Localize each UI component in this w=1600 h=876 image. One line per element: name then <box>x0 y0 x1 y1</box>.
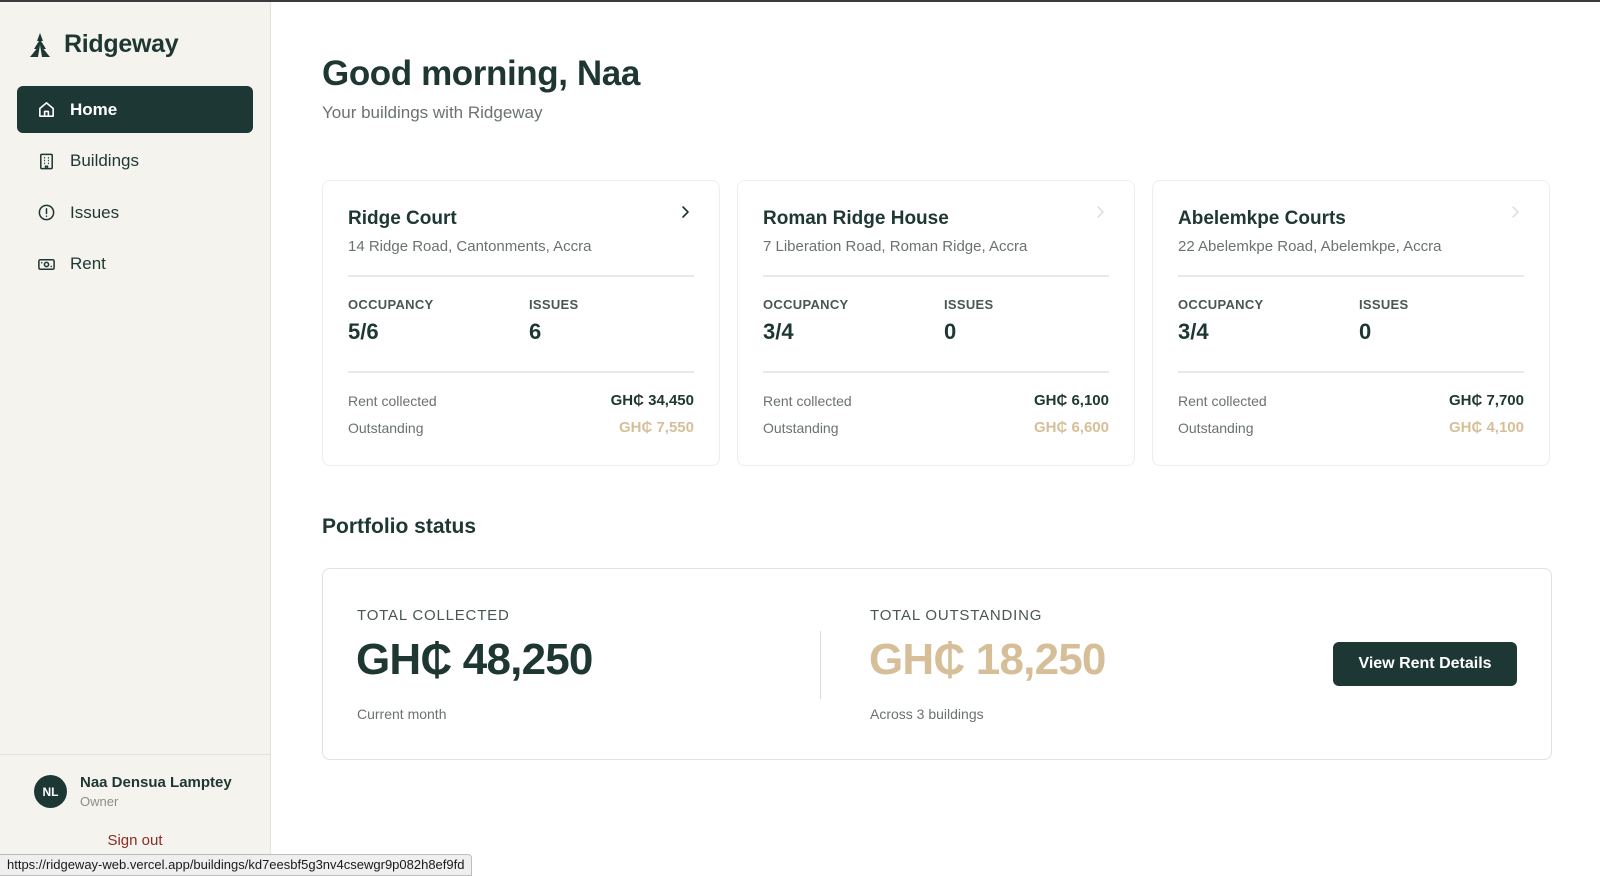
total-collected-label: TOTAL COLLECTED <box>357 607 510 624</box>
total-collected-note: Current month <box>357 706 447 722</box>
building-name: Ridge Court <box>348 208 457 229</box>
outstanding-label: Outstanding <box>1178 420 1254 436</box>
total-outstanding-note: Across 3 buildings <box>870 706 984 722</box>
building-card-ridge-court[interactable]: Ridge Court 14 Ridge Road, Cantonments, … <box>322 180 720 466</box>
sidebar-item-rent[interactable]: Rent <box>17 241 253 288</box>
user-role: Owner <box>80 794 119 809</box>
portfolio-status-panel: TOTAL COLLECTED GH₵ 48,250 Current month… <box>322 568 1552 760</box>
building-address: 7 Liberation Road, Roman Ridge, Accra <box>763 238 1028 255</box>
divider <box>1178 275 1524 277</box>
total-outstanding-label: TOTAL OUTSTANDING <box>870 607 1043 624</box>
sidebar-item-label: Rent <box>70 254 106 273</box>
outstanding-label: Outstanding <box>348 420 424 436</box>
occupancy-label: OCCUPANCY <box>763 297 849 312</box>
main-content: Good morning, Naa Your buildings with Ri… <box>271 2 1600 876</box>
sidebar-item-label: Buildings <box>70 151 139 170</box>
building-address: 14 Ridge Road, Cantonments, Accra <box>348 238 592 255</box>
banknote-icon <box>36 254 56 274</box>
issues-value: 0 <box>1359 319 1372 344</box>
building-card-abelemkpe-courts[interactable]: Abelemkpe Courts 22 Abelemkpe Road, Abel… <box>1152 180 1550 466</box>
outstanding-value: GH₵ 6,600 <box>1033 419 1109 436</box>
occupancy-value: 3/4 <box>1178 319 1209 344</box>
outstanding-value: GH₵ 7,550 <box>618 419 694 436</box>
occupancy-label: OCCUPANCY <box>1178 297 1264 312</box>
occupancy-label: OCCUPANCY <box>348 297 434 312</box>
page-subtitle: Your buildings with Ridgeway <box>322 103 543 122</box>
issues-label: ISSUES <box>529 297 579 312</box>
building-name: Roman Ridge House <box>763 208 949 229</box>
view-rent-details-button[interactable]: View Rent Details <box>1333 642 1517 686</box>
issues-label: ISSUES <box>1359 297 1409 312</box>
rent-collected-label: Rent collected <box>348 393 437 409</box>
total-outstanding-value: GH₵ 18,250 <box>869 635 1106 684</box>
rent-collected-label: Rent collected <box>1178 393 1267 409</box>
building-card-roman-ridge-house[interactable]: Roman Ridge House 7 Liberation Road, Rom… <box>737 180 1135 466</box>
divider <box>763 371 1109 373</box>
link-preview-status-bar: https://ridgeway-web.vercel.app/building… <box>0 854 473 876</box>
divider <box>348 371 694 373</box>
sidebar-nav: Home Buildings Issues Rent <box>17 86 253 292</box>
divider <box>1178 371 1524 373</box>
divider <box>348 275 694 277</box>
divider <box>820 631 821 699</box>
user-name: Naa Densua Lamptey <box>80 774 232 791</box>
sign-out-link[interactable]: Sign out <box>0 832 270 849</box>
sidebar-item-home[interactable]: Home <box>17 86 253 133</box>
rent-collected-value: GH₵ 7,700 <box>1448 392 1524 409</box>
divider <box>763 275 1109 277</box>
ridgeway-logo-icon <box>30 32 50 57</box>
portfolio-status-title: Portfolio status <box>322 515 477 538</box>
occupancy-value: 5/6 <box>348 319 379 344</box>
sidebar-item-label: Home <box>70 99 118 119</box>
brand-name: Ridgeway <box>64 30 179 58</box>
total-collected-value: GH₵ 48,250 <box>356 635 593 684</box>
sidebar-item-label: Issues <box>70 202 120 222</box>
building-cards: Ridge Court 14 Ridge Road, Cantonments, … <box>322 180 1552 466</box>
avatar[interactable]: NL <box>34 775 67 808</box>
issues-label: ISSUES <box>944 297 994 312</box>
brand[interactable]: Ridgeway <box>28 30 179 59</box>
issues-value: 0 <box>944 319 957 344</box>
building-name: Abelemkpe Courts <box>1178 208 1346 229</box>
issues-value: 6 <box>529 319 542 344</box>
rent-collected-value: GH₵ 6,100 <box>1033 392 1109 409</box>
sidebar-item-issues[interactable]: Issues <box>17 189 253 236</box>
home-icon <box>36 100 56 120</box>
outstanding-label: Outstanding <box>763 420 839 436</box>
rent-collected-label: Rent collected <box>763 393 852 409</box>
sidebar-item-buildings[interactable]: Buildings <box>17 138 253 185</box>
building-icon <box>36 151 56 171</box>
building-address: 22 Abelemkpe Road, Abelemkpe, Accra <box>1178 238 1442 255</box>
chevron-right-icon <box>1097 206 1104 218</box>
occupancy-value: 3/4 <box>763 319 794 344</box>
chevron-right-icon <box>1512 206 1519 218</box>
page-title: Good morning, Naa <box>322 54 640 93</box>
alert-circle-icon <box>36 203 56 223</box>
rent-collected-value: GH₵ 34,450 <box>610 392 694 409</box>
outstanding-value: GH₵ 4,100 <box>1448 419 1524 436</box>
sidebar: Ridgeway Home Buildings Issues Rent NL N… <box>0 2 271 876</box>
chevron-right-icon <box>682 206 689 218</box>
